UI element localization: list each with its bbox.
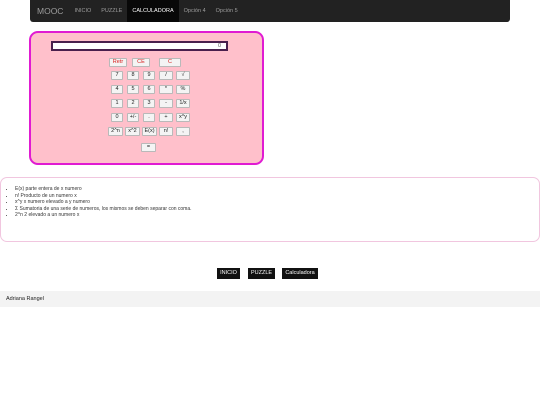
help-item: E(x) parte entera de x numero: [15, 186, 539, 193]
nav-item-opcion-4[interactable]: Opción 4: [179, 0, 211, 22]
footer: Adriana Rangel: [0, 291, 540, 307]
key-button[interactable]: .: [143, 113, 155, 122]
key-button[interactable]: CE: [132, 58, 150, 67]
help-panel: E(x) parte entera de x numero n! Product…: [0, 177, 540, 242]
key-button[interactable]: -: [159, 99, 173, 108]
key-button[interactable]: %: [176, 85, 190, 94]
key-button[interactable]: /: [159, 71, 173, 80]
key-button[interactable]: 2^n: [108, 127, 123, 136]
key-button[interactable]: x^y: [176, 113, 190, 122]
key-button[interactable]: 9: [143, 71, 155, 80]
key-button[interactable]: 8: [127, 71, 139, 80]
key-button[interactable]: =: [141, 143, 156, 152]
key-button[interactable]: Retr: [109, 58, 127, 67]
key-button[interactable]: 5: [127, 85, 139, 94]
bottom-nav-calculadora[interactable]: Calculadora: [282, 268, 318, 279]
help-item: x^y x numero elevado a y numero: [15, 199, 539, 206]
key-button[interactable]: +/-: [127, 113, 139, 122]
key-button[interactable]: 3: [143, 99, 155, 108]
key-button[interactable]: n!: [159, 127, 173, 136]
key-button[interactable]: ,: [176, 127, 190, 136]
footer-author: Adriana Rangel: [6, 296, 44, 302]
key-button[interactable]: *: [159, 85, 173, 94]
bottom-nav-puzzle[interactable]: PUZZLE: [248, 268, 275, 279]
key-button[interactable]: C: [159, 58, 181, 67]
help-item: Σ Sumatoria de una serie de numeros, los…: [15, 206, 539, 213]
key-button[interactable]: 1: [111, 99, 123, 108]
key-button[interactable]: 6: [143, 85, 155, 94]
help-list: E(x) parte entera de x numero n! Product…: [1, 178, 539, 219]
key-button[interactable]: E(x): [142, 127, 157, 136]
key-button[interactable]: 0: [111, 113, 123, 122]
nav-item-opcion-5[interactable]: Opción 5: [211, 0, 243, 22]
nav-item-inicio[interactable]: INICIO: [69, 0, 96, 22]
key-button[interactable]: 1/x: [176, 99, 190, 108]
key-button[interactable]: 2: [127, 99, 139, 108]
bottom-nav: INICIO PUZZLE Calculadora: [0, 268, 540, 279]
brand-link[interactable]: MOOC: [30, 6, 69, 16]
nav-item-puzzle[interactable]: PUZZLE: [96, 0, 127, 22]
key-button[interactable]: x^2: [125, 127, 140, 136]
help-item: 2^n 2 elevado a un numero x: [15, 212, 539, 219]
top-navbar: MOOC INICIO PUZZLE CALCULADORA Opción 4 …: [30, 0, 510, 22]
key-button[interactable]: 7: [111, 71, 123, 80]
key-button[interactable]: +: [159, 113, 173, 122]
bottom-nav-inicio[interactable]: INICIO: [217, 268, 240, 279]
nav-item-calculadora[interactable]: CALCULADORA: [127, 0, 179, 22]
calculator-panel: 0 Retr CE C 7 8 9 /√ 4 5 6 *% 1 2 3-1/x 0 +/-. + x^y 2^n x^…: [29, 31, 264, 165]
key-button[interactable]: √: [176, 71, 190, 80]
key-button[interactable]: 4: [111, 85, 123, 94]
help-item: n! Producto de un numero x: [15, 193, 539, 200]
calculator-display[interactable]: 0: [51, 41, 228, 51]
